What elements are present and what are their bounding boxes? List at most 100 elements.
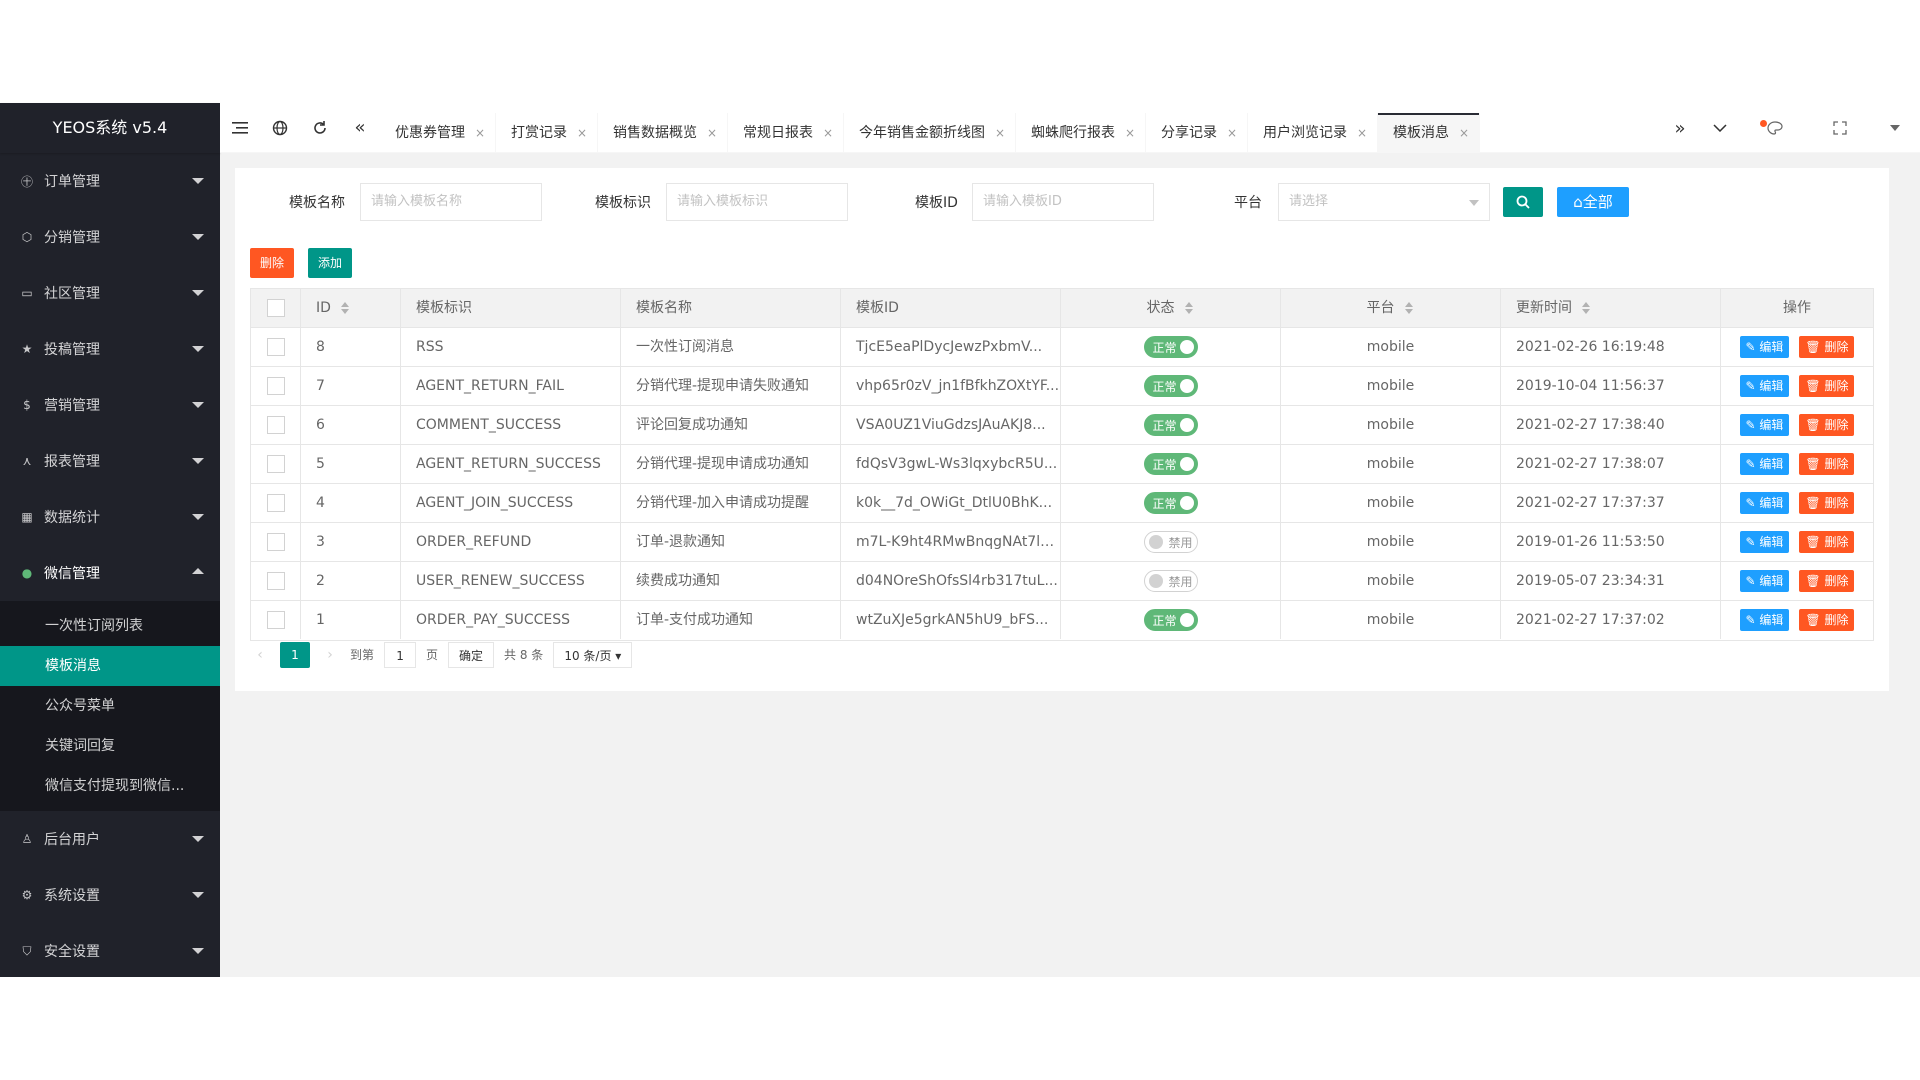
sidebar-item[interactable]: ⋏ 报表管理 — [0, 433, 220, 489]
sidebar-item[interactable]: ⚙ 系统设置 — [0, 867, 220, 923]
tab-item[interactable]: 常规日报表 × — [728, 113, 844, 153]
edit-button[interactable]: ✎ 编辑 — [1739, 375, 1790, 397]
delete-button[interactable]: 🗑 删除 — [1799, 453, 1855, 475]
sidebar-item[interactable]: ★ 投稿管理 — [0, 321, 220, 377]
sidebar-subitem[interactable]: 模板消息 — [0, 646, 220, 686]
delete-button[interactable]: 🗑 删除 — [1799, 531, 1855, 553]
row-checkbox[interactable] — [266, 494, 285, 512]
close-icon[interactable]: × — [1357, 113, 1367, 153]
tab-item[interactable]: 模板消息 × — [1378, 113, 1480, 153]
status-toggle[interactable]: 正常 — [1143, 414, 1198, 436]
row-checkbox[interactable] — [266, 416, 285, 434]
edit-button[interactable]: ✎ 编辑 — [1739, 414, 1790, 436]
delete-button[interactable]: 🗑 删除 — [1799, 336, 1855, 358]
sort-icon[interactable] — [1184, 301, 1195, 315]
close-icon[interactable]: × — [1459, 113, 1469, 153]
delete-button[interactable]: 🗑 删除 — [1799, 609, 1855, 631]
sidebar-menu: ㊉订单管理 ⬡ 分销管理 ▭ 社区管理 ★ 投稿管理 $ 营销管理 ⋏ 报表管理 ▦ 数据统计 ● 微信管理… — [0, 153, 220, 979]
row-checkbox[interactable] — [266, 338, 285, 356]
status-toggle[interactable]: 禁用 — [1143, 531, 1198, 553]
sort-icon[interactable] — [1404, 301, 1415, 315]
page-size-select[interactable]: 10 条/页 ▾ — [553, 642, 633, 668]
status-toggle[interactable]: 正常 — [1143, 609, 1198, 631]
close-icon[interactable]: × — [995, 113, 1005, 153]
sidebar-subitem[interactable]: 一次性订阅列表 — [0, 606, 220, 646]
sidebar-item[interactable]: $ 营销管理 — [0, 377, 220, 433]
platform-select[interactable]: 请选择 — [1278, 183, 1490, 221]
tab-item[interactable]: 分享记录 × — [1146, 113, 1248, 153]
tab-item[interactable]: 销售数据概览 × — [598, 113, 728, 153]
add-button[interactable]: 添加 — [308, 248, 352, 278]
template-name-input[interactable]: 请输入模板名称 — [360, 183, 542, 221]
goto-page-input[interactable]: 1 — [384, 642, 417, 668]
sidebar-item[interactable]: ♙ 后台用户 — [0, 811, 220, 867]
row-checkbox[interactable] — [266, 455, 285, 473]
sidebar-item[interactable]: ㊉订单管理 — [0, 153, 220, 209]
template-key-input[interactable]: 请输入模板标识 — [666, 183, 848, 221]
delete-button[interactable]: 🗑 删除 — [1799, 414, 1855, 436]
status-toggle[interactable]: 正常 — [1143, 453, 1198, 475]
sidebar-subitem[interactable]: 公众号菜单 — [0, 686, 220, 726]
sidebar-item[interactable]: ● 微信管理 — [0, 545, 220, 601]
tab-item[interactable]: 蜘蛛爬行报表 × — [1016, 113, 1146, 153]
close-icon[interactable]: × — [475, 113, 485, 153]
prev-page-icon[interactable]: ‹ — [250, 642, 270, 668]
edit-button[interactable]: ✎ 编辑 — [1739, 336, 1790, 358]
row-checkbox[interactable] — [266, 611, 285, 629]
sidebar-subitem[interactable]: 微信支付提现到微信... — [0, 766, 220, 806]
tabs-dropdown-icon[interactable] — [1700, 103, 1740, 153]
tab-item[interactable]: 打赏记录 × — [496, 113, 598, 153]
edit-button[interactable]: ✎ 编辑 — [1739, 609, 1790, 631]
fullscreen-icon[interactable] — [1810, 103, 1870, 153]
select-all-checkbox[interactable] — [266, 299, 285, 317]
edit-button[interactable]: ✎ 编辑 — [1739, 570, 1790, 592]
sidebar-item[interactable]: ⬡ 分销管理 — [0, 209, 220, 265]
col-id[interactable]: ID — [301, 289, 401, 327]
sidebar-item[interactable]: ⛉ 安全设置 — [0, 923, 220, 979]
refresh-icon[interactable] — [300, 103, 340, 153]
tabs-scroll-right-icon[interactable]: » — [1660, 103, 1700, 153]
search-button[interactable] — [1503, 187, 1543, 217]
close-icon[interactable]: × — [1227, 113, 1237, 153]
menu-toggle-icon[interactable] — [220, 103, 260, 153]
edit-button[interactable]: ✎ 编辑 — [1739, 453, 1790, 475]
sort-icon[interactable] — [340, 301, 351, 315]
row-checkbox[interactable] — [266, 533, 285, 551]
template-id-input[interactable]: 请输入模板ID — [972, 183, 1154, 221]
show-all-button[interactable]: ⌂全部 — [1557, 187, 1629, 217]
sidebar-subitem[interactable]: 关键词回复 — [0, 726, 220, 766]
tab-item[interactable]: 优惠券管理 × — [380, 113, 496, 153]
sidebar-item[interactable]: ▦ 数据统计 — [0, 489, 220, 545]
status-toggle[interactable]: 正常 — [1143, 336, 1198, 358]
close-icon[interactable]: × — [1125, 113, 1135, 153]
tab-item[interactable]: 用户浏览记录 × — [1248, 113, 1378, 153]
sidebar-item[interactable]: ▭ 社区管理 — [0, 265, 220, 321]
delete-button[interactable]: 🗑 删除 — [1799, 375, 1855, 397]
batch-delete-button[interactable]: 删除 — [250, 248, 294, 278]
close-icon[interactable]: × — [577, 113, 587, 153]
cell-key: AGENT_RETURN_FAIL — [401, 367, 621, 405]
close-icon[interactable]: × — [823, 113, 833, 153]
sort-icon[interactable] — [1582, 301, 1592, 315]
col-platform[interactable]: 平台 — [1281, 289, 1501, 327]
status-toggle[interactable]: 正常 — [1143, 375, 1198, 397]
goto-confirm-button[interactable]: 确定 — [448, 642, 495, 668]
row-checkbox[interactable] — [266, 572, 285, 590]
next-page-icon[interactable]: › — [320, 642, 340, 668]
col-status[interactable]: 状态 — [1061, 289, 1281, 327]
more-dropdown-icon[interactable] — [1870, 103, 1920, 153]
edit-button[interactable]: ✎ 编辑 — [1739, 531, 1790, 553]
tab-item[interactable]: 今年销售金额折线图 × — [844, 113, 1016, 153]
globe-icon[interactable] — [260, 103, 300, 153]
status-toggle[interactable]: 禁用 — [1143, 570, 1198, 592]
page-current[interactable]: 1 — [280, 642, 310, 668]
tabs-scroll-left-icon[interactable]: « — [340, 103, 380, 153]
status-toggle[interactable]: 正常 — [1143, 492, 1198, 514]
col-updated[interactable]: 更新时间 — [1501, 289, 1721, 327]
delete-button[interactable]: 🗑 删除 — [1799, 570, 1855, 592]
close-icon[interactable]: × — [707, 113, 717, 153]
row-checkbox[interactable] — [266, 377, 285, 395]
theme-icon[interactable] — [1740, 103, 1810, 153]
delete-button[interactable]: 🗑 删除 — [1799, 492, 1855, 514]
edit-button[interactable]: ✎ 编辑 — [1739, 492, 1790, 514]
